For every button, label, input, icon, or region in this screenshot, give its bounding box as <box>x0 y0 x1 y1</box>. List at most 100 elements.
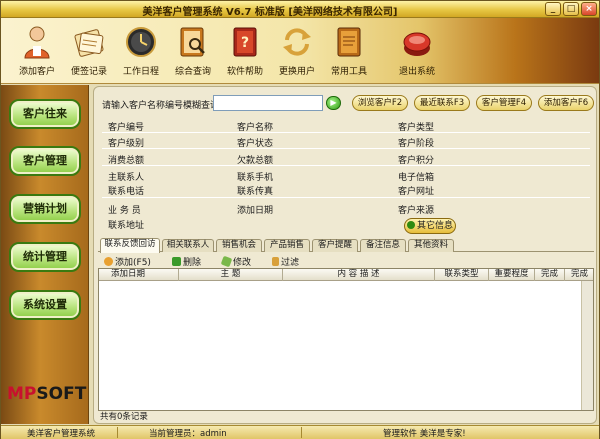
record-count: 共有0条记录 <box>100 412 148 422</box>
add-customer-button[interactable]: 添加客户F6 <box>538 95 594 111</box>
tab-sales-opportunity[interactable]: 销售机会 <box>216 239 262 252</box>
sidebar-item-customer-management[interactable]: 客户管理 <box>9 146 81 176</box>
window-controls: _ □ × <box>545 2 597 16</box>
status-slogan: 管理软件 美洋是专家! <box>383 429 466 439</box>
field-salesperson: 业 务 员 <box>108 206 141 216</box>
add-customer-label: 添加客户 <box>18 67 55 77</box>
field-main-contact: 主联系人 <box>108 173 145 183</box>
customer-info: 客户编号 客户名称 客户类型 客户级别 客户状态 客户阶段 消费总额 欠款总额 … <box>102 117 590 237</box>
divider <box>102 148 590 149</box>
records-table: 添加日期 主 题 内 容 描 述 联系类型 重要程度 完成 完成 <box>98 268 594 411</box>
divider <box>102 132 590 133</box>
col-complete[interactable]: 完成 <box>535 269 565 281</box>
divider <box>117 427 118 438</box>
search-book-icon <box>180 27 205 57</box>
mpsoft-logo: MPSOFT <box>7 384 86 404</box>
divider <box>301 427 302 438</box>
tab-bar: 联系反馈回访 相关联系人 销售机会 产品销售 客户提醒 备注信息 其他资料 <box>98 238 594 253</box>
field-source: 客户来源 <box>398 206 435 216</box>
grid-actions: 添加(F5) 删除 修改 过滤 <box>98 253 594 269</box>
tools-label: 常用工具 <box>330 67 367 77</box>
edit-record-button[interactable]: 修改 <box>220 255 252 268</box>
filter-button[interactable]: 过滤 <box>272 255 299 268</box>
schedule-label: 工作日程 <box>122 67 159 77</box>
maximize-button[interactable]: □ <box>563 2 579 16</box>
field-fax: 联系传真 <box>237 187 274 197</box>
add-record-button[interactable]: 添加(F5) <box>104 255 151 268</box>
close-button[interactable]: × <box>581 2 597 16</box>
tab-product-sales[interactable]: 产品销售 <box>264 239 310 252</box>
field-mobile: 联系手机 <box>237 173 274 183</box>
divider <box>102 165 590 166</box>
exit-icon <box>403 32 431 56</box>
other-info-button[interactable]: 其它信息 <box>404 218 456 234</box>
person-icon <box>24 26 50 59</box>
tab-related-contacts[interactable]: 相关联系人 <box>162 239 214 252</box>
add-icon <box>104 257 113 266</box>
tools-tool[interactable]: 常用工具 <box>321 24 377 77</box>
tab-notes[interactable]: 备注信息 <box>360 239 406 252</box>
notes-tool[interactable]: 便签记录 <box>61 24 117 77</box>
exit-label: 退出系统 <box>398 67 435 77</box>
search-row: 请输入客户名称编号模糊查询 ▶ 浏览客户F2 最近联系F3 客户管理F4 添加客… <box>102 95 594 113</box>
tab-customer-reminders[interactable]: 客户提醒 <box>312 239 358 252</box>
help-book-icon: ? <box>233 27 257 57</box>
delete-record-button[interactable]: 删除 <box>172 255 201 268</box>
clock-icon <box>126 27 156 57</box>
col-contact-type[interactable]: 联系类型 <box>435 269 489 281</box>
field-address: 联系地址 <box>108 221 145 231</box>
query-tool[interactable]: 综合查询 <box>165 24 221 77</box>
switch-user-label: 更换用户 <box>278 67 315 77</box>
status-app-name: 美洋客户管理系统 <box>27 429 96 439</box>
tools-book-icon <box>337 27 361 57</box>
delete-record-label: 删除 <box>183 258 202 268</box>
search-input[interactable] <box>213 95 323 111</box>
add-record-label: 添加(F5) <box>115 258 151 268</box>
help-tool[interactable]: ? 软件帮助 <box>217 24 273 77</box>
minimize-button[interactable]: _ <box>545 2 561 16</box>
app-window: 美洋客户管理系统 V6.7 标准版 [美洋网络技术有限公司] _ □ × 添加客… <box>0 0 600 439</box>
customer-management-button[interactable]: 客户管理F4 <box>476 95 532 111</box>
exit-tool[interactable]: 退出系统 <box>389 24 445 77</box>
logo-soft: SOFT <box>36 384 87 404</box>
vertical-scrollbar[interactable] <box>581 281 593 410</box>
main-panel: 请输入客户名称编号模糊查询 ▶ 浏览客户F2 最近联系F3 客户管理F4 添加客… <box>93 86 597 424</box>
sidebar-item-customer-contacts[interactable]: 客户往来 <box>9 99 81 129</box>
sidebar: 客户往来 客户管理 营销计划 统计管理 系统设置 MPSOFT <box>1 85 89 424</box>
recent-contacts-button[interactable]: 最近联系F3 <box>414 95 470 111</box>
table-header: 添加日期 主 题 内 容 描 述 联系类型 重要程度 完成 完成 <box>99 269 593 281</box>
sidebar-item-marketing-plan[interactable]: 营销计划 <box>9 194 81 224</box>
switch-user-icon <box>283 28 311 56</box>
status-admin: 当前管理员：admin <box>149 429 227 439</box>
edit-record-label: 修改 <box>233 258 252 268</box>
field-add-date: 添加日期 <box>237 206 274 216</box>
col-subject[interactable]: 主 题 <box>179 269 283 281</box>
tab-contact-feedback[interactable]: 联系反馈回访 <box>100 238 160 253</box>
delete-icon <box>172 257 181 266</box>
schedule-tool[interactable]: 工作日程 <box>113 24 169 77</box>
window-title: 美洋客户管理系统 V6.7 标准版 [美洋网络技术有限公司] <box>142 7 398 18</box>
col-add-date[interactable]: 添加日期 <box>99 269 179 281</box>
col-complete-2[interactable]: 完成 <box>565 269 593 281</box>
search-label: 请输入客户名称编号模糊查询 <box>102 101 220 111</box>
logo-mp: MP <box>7 384 37 404</box>
notes-label: 便签记录 <box>70 67 107 77</box>
col-importance[interactable]: 重要程度 <box>489 269 535 281</box>
query-label: 综合查询 <box>174 67 211 77</box>
switch-user-tool[interactable]: 更换用户 <box>269 24 325 77</box>
sidebar-item-statistics[interactable]: 统计管理 <box>9 242 81 272</box>
col-description[interactable]: 内 容 描 述 <box>283 269 435 281</box>
divider <box>102 197 590 198</box>
edit-icon <box>220 255 233 268</box>
title-bar: 美洋客户管理系统 V6.7 标准版 [美洋网络技术有限公司] _ □ × <box>1 1 599 18</box>
search-go-button[interactable]: ▶ <box>326 96 341 110</box>
tab-other-data[interactable]: 其他资料 <box>408 239 454 252</box>
field-website: 客户网址 <box>398 187 435 197</box>
help-label: 软件帮助 <box>226 67 263 77</box>
add-customer-tool[interactable]: 添加客户 <box>9 24 65 77</box>
arrow-down-icon <box>406 221 415 229</box>
main-toolbar: 添加客户 便签记录 工作日程 综合查询 ? 软件帮助 更换用户 常用工具 退出系… <box>1 18 599 84</box>
sidebar-item-system-settings[interactable]: 系统设置 <box>9 290 81 320</box>
browse-customers-button[interactable]: 浏览客户F2 <box>352 95 408 111</box>
filter-icon <box>272 257 279 266</box>
